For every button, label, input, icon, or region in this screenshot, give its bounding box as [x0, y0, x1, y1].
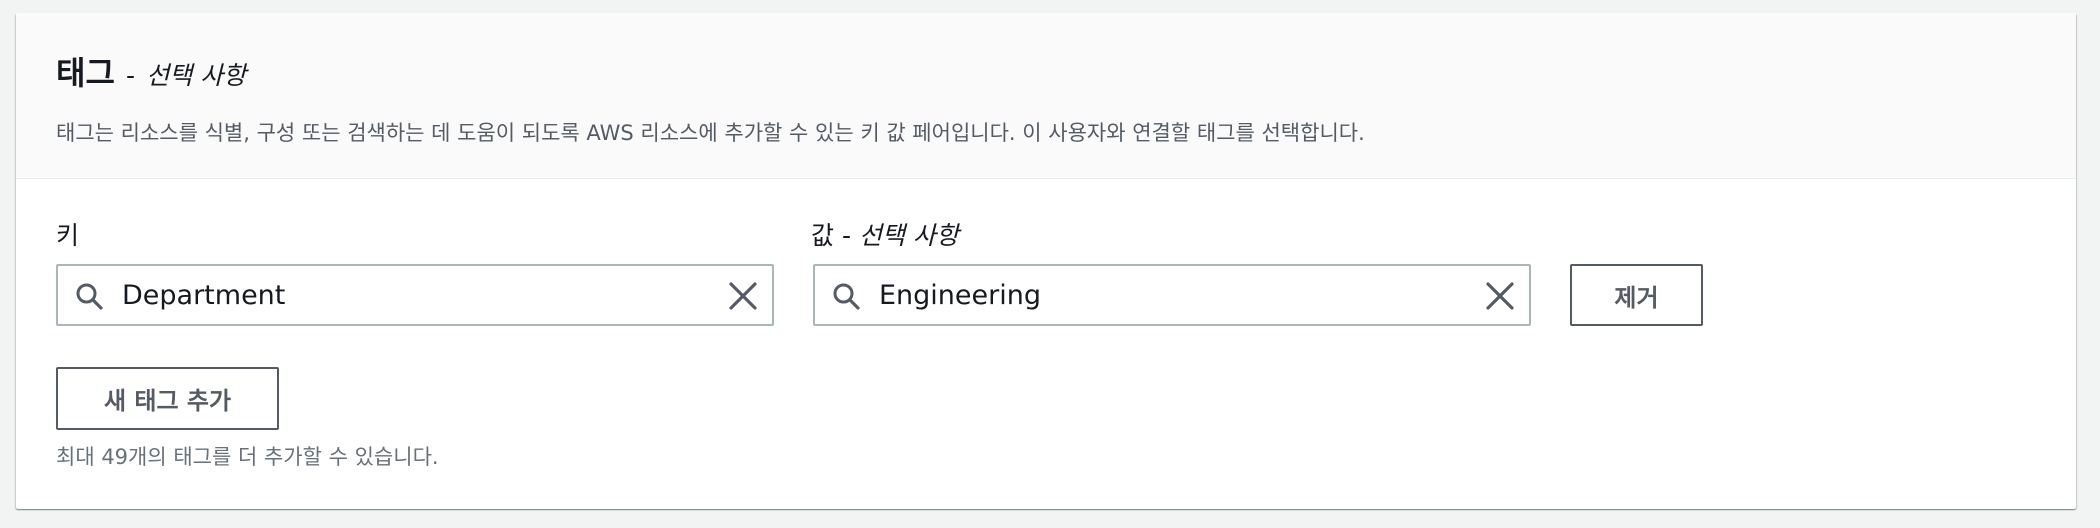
- key-label-text: 키: [56, 221, 80, 250]
- tag-limit-hint: 최대 49개의 태그를 더 추가할 수 있습니다.: [56, 445, 439, 469]
- key-input[interactable]: [122, 274, 682, 316]
- key-autosuggest: [56, 264, 774, 326]
- add-tag-button[interactable]: 새 태그 추가: [56, 367, 279, 430]
- value-label: 값 - 선택 사항: [811, 216, 959, 252]
- panel-description: 태그는 리소스를 식별, 구성 또는 검색하는 데 도움이 되도록 AWS 리소…: [56, 121, 1365, 145]
- value-label-text: 값: [811, 221, 835, 250]
- search-icon: [76, 283, 103, 310]
- value-autosuggest: [813, 264, 1531, 326]
- remove-tag-button[interactable]: 제거: [1570, 264, 1703, 326]
- value-label-separator: -: [841, 221, 851, 250]
- value-label-optional: 선택 사항: [858, 221, 959, 250]
- key-label: 키: [56, 216, 79, 252]
- title-optional: 선택 사항: [146, 61, 247, 90]
- tags-panel: 태그 - 선택 사항 태그는 리소스를 식별, 구성 또는 검색하는 데 도움이…: [16, 13, 2076, 509]
- search-icon: [833, 283, 860, 310]
- close-icon[interactable]: [1485, 281, 1515, 311]
- title-separator: -: [126, 61, 136, 90]
- panel-title: 태그 - 선택 사항: [56, 53, 246, 95]
- title-text: 태그: [56, 54, 115, 92]
- close-icon[interactable]: [728, 281, 758, 311]
- panel-header: 태그 - 선택 사항 태그는 리소스를 식별, 구성 또는 검색하는 데 도움이…: [16, 13, 2076, 179]
- value-input[interactable]: [879, 274, 1439, 316]
